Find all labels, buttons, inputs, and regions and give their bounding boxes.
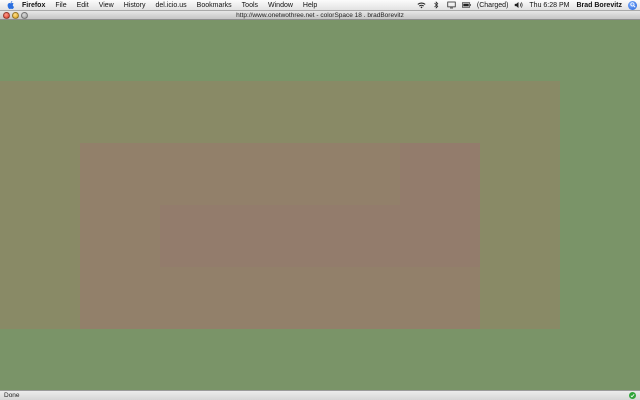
- spotlight-search-icon[interactable]: [628, 0, 637, 10]
- secure-check-icon[interactable]: [629, 392, 636, 399]
- menu-firefox[interactable]: Firefox: [22, 0, 50, 11]
- page-content: [0, 21, 640, 390]
- menu-delicious[interactable]: del.icio.us: [151, 0, 192, 11]
- wifi-icon[interactable]: [417, 1, 426, 10]
- inner-color-notch: [400, 143, 480, 205]
- inner-color-band: [160, 205, 480, 267]
- status-text: Done: [4, 392, 20, 399]
- menu-edit[interactable]: Edit: [72, 0, 94, 11]
- menu-bar: Firefox File Edit View History del.icio.…: [0, 0, 640, 11]
- window-title-bar[interactable]: http://www.onetwothree.net - colorSpace …: [0, 11, 640, 20]
- menu-file[interactable]: File: [50, 0, 71, 11]
- user-menu[interactable]: Brad Borevitz: [572, 0, 626, 11]
- menu-help[interactable]: Help: [298, 0, 322, 11]
- menu-view[interactable]: View: [94, 0, 119, 11]
- menu-history[interactable]: History: [119, 0, 151, 11]
- menubar-clock[interactable]: Thu 6:28 PM: [526, 0, 572, 11]
- menu-bookmarks[interactable]: Bookmarks: [192, 0, 237, 11]
- window-title: http://www.onetwothree.net - colorSpace …: [236, 12, 404, 19]
- display-icon[interactable]: [447, 1, 456, 10]
- menu-tools[interactable]: Tools: [237, 0, 263, 11]
- volume-icon[interactable]: [514, 1, 523, 10]
- menu-window[interactable]: Window: [263, 0, 298, 11]
- battery-icon[interactable]: [461, 1, 471, 10]
- battery-status: (Charged): [476, 1, 509, 9]
- apple-menu-icon[interactable]: [6, 1, 14, 9]
- status-bar: Done: [0, 390, 640, 400]
- bluetooth-icon[interactable]: [432, 1, 441, 10]
